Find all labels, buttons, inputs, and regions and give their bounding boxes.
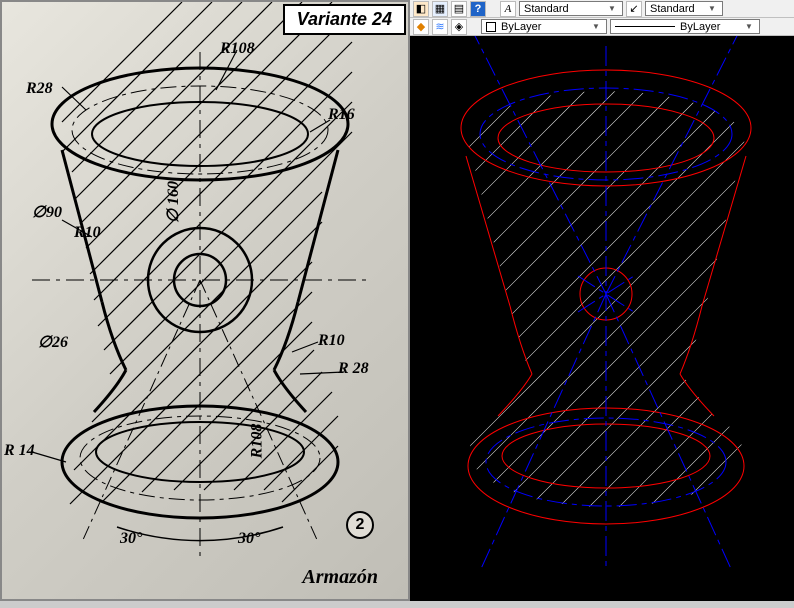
text-style-combo[interactable]: Standard ▼ (519, 1, 623, 16)
dim-phi90: ∅90 (32, 202, 62, 222)
cad-svg (410, 36, 794, 601)
combo-value: Standard (650, 3, 695, 15)
dim-r28-right: R 28 (338, 360, 369, 378)
chevron-down-icon: ▼ (590, 21, 602, 33)
reference-drawing-panel: Variante 24 R108 R28 R16 ∅90 R10 ∅ 160 ∅… (0, 0, 410, 601)
toolbar-row-1: ◧ ▦ ▤ ? A Standard ▼ ↙ Standard ▼ (410, 0, 794, 18)
dim-r16: R16 (328, 106, 355, 124)
dim-r108-top: R108 (220, 40, 255, 58)
layer-icon[interactable]: ◆ (413, 19, 429, 35)
layers-icon[interactable]: ≋ (432, 19, 448, 35)
linetype-combo[interactable]: ByLayer ▼ (610, 19, 760, 34)
dim-r28-top: R28 (26, 80, 53, 98)
chevron-down-icon: ▼ (706, 3, 718, 15)
dim-phi160: ∅ 160 (163, 181, 183, 223)
dim-phi26: ∅26 (38, 332, 68, 352)
chevron-down-icon: ▼ (743, 21, 755, 33)
cad-panel: ◧ ▦ ▤ ? A Standard ▼ ↙ Standard ▼ ◆ ≋ ◈ … (410, 0, 794, 601)
drawing-background (2, 2, 408, 599)
layer-icon-2[interactable]: ◈ (451, 19, 467, 35)
combo-value: ByLayer (501, 21, 541, 33)
color-combo[interactable]: ByLayer ▼ (481, 19, 607, 34)
help-icon[interactable]: ? (470, 1, 486, 17)
calculator-icon[interactable]: ▤ (451, 1, 467, 17)
toolbar-row-2: ◆ ≋ ◈ ByLayer ▼ ByLayer ▼ (410, 18, 794, 36)
dim-30-left: 30° (120, 530, 142, 548)
dim-r108-bottom: R108 (248, 424, 266, 459)
toolbar-icon[interactable]: ▦ (432, 1, 448, 17)
text-style-icon[interactable]: A (500, 1, 516, 17)
combo-value: Standard (524, 3, 569, 15)
line-swatch (615, 26, 675, 27)
dim-30-right: 30° (238, 530, 260, 548)
part-name: Armazón (302, 566, 378, 589)
cad-viewport[interactable] (410, 36, 794, 601)
dim-r14: R 14 (4, 442, 35, 460)
dim-r10-left: R10 (74, 224, 101, 242)
combo-value: ByLayer (680, 21, 720, 33)
reference-svg (2, 2, 412, 603)
chevron-down-icon: ▼ (606, 3, 618, 15)
sheet-badge: 2 (346, 511, 374, 539)
dim-r10-right: R10 (318, 332, 345, 350)
dim-style-combo[interactable]: Standard ▼ (645, 1, 723, 16)
toolbar-icon[interactable]: ◧ (413, 1, 429, 17)
dim-style-icon[interactable]: ↙ (626, 1, 642, 17)
variant-label: Variante 24 (283, 4, 406, 35)
color-swatch (486, 22, 496, 32)
